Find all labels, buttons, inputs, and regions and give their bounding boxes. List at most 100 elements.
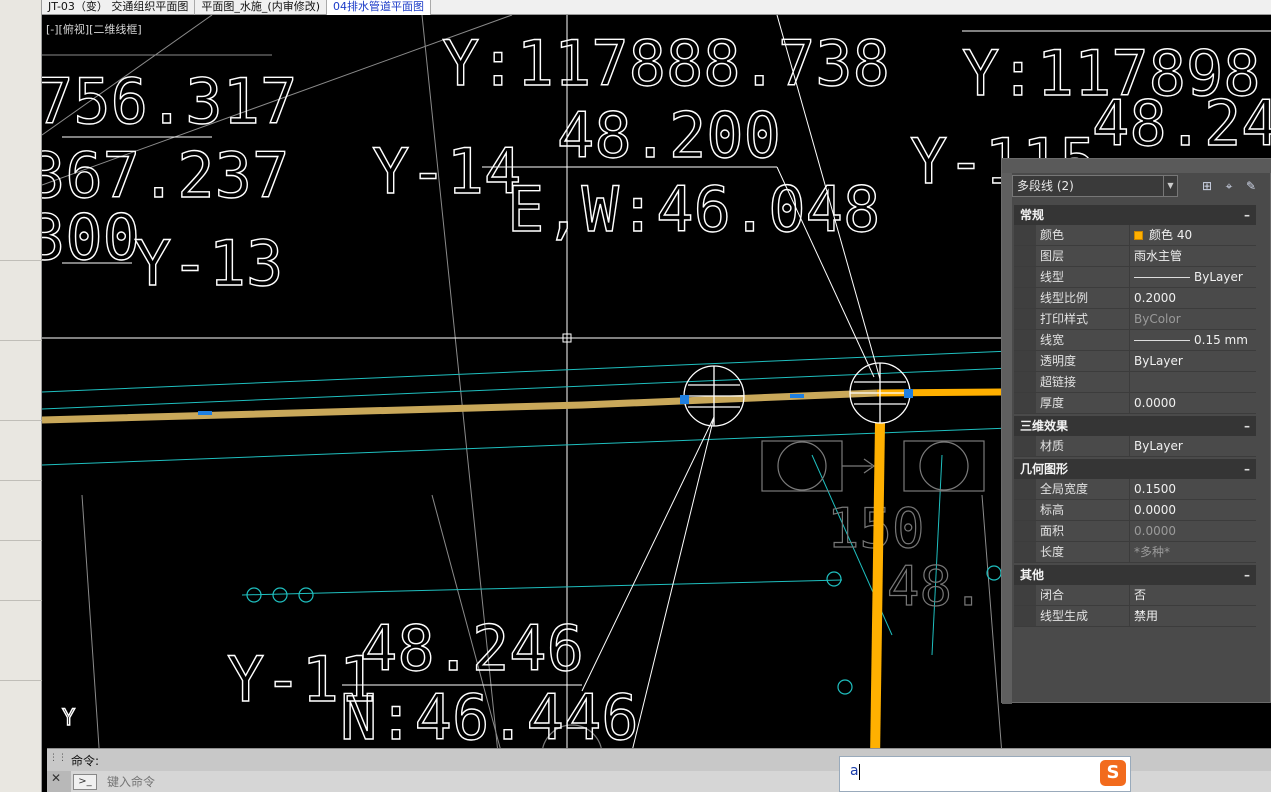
inlet-circle — [919, 441, 969, 491]
collapse-icon[interactable]: – — [1244, 459, 1250, 479]
property-value[interactable]: 0.15 mm — [1130, 330, 1256, 350]
command-prompt-icon[interactable]: >_ — [73, 774, 97, 790]
property-row[interactable]: 线型 ByLayer — [1014, 267, 1256, 288]
row-gutter — [1014, 585, 1036, 605]
panel-divider — [0, 600, 42, 601]
quick-select-icon[interactable]: ✎ — [1242, 177, 1260, 195]
manhole-id-label: Y-13 — [134, 227, 283, 300]
tab-water-plan[interactable]: 平面图_水施_(内审修改) — [195, 0, 328, 15]
linetype-preview-icon — [1134, 276, 1190, 278]
properties-palette: 多段线 (2) ▼ ⊞ ⌖ ✎ 常规 – 颜色 颜色 40 图层 雨水主管 线型 ByLaye… — [1001, 158, 1271, 704]
command-input[interactable] — [107, 773, 807, 791]
property-value[interactable]: 否 — [1130, 585, 1256, 605]
ime-candidates[interactable] — [860, 788, 1100, 792]
panel-divider — [0, 420, 42, 421]
property-row[interactable]: 厚度 0.0000 — [1014, 393, 1256, 414]
sogou-logo-icon[interactable]: S — [1100, 760, 1126, 786]
collapse-icon[interactable]: – — [1244, 416, 1250, 436]
left-dock-panel — [0, 0, 42, 792]
row-gutter — [1014, 542, 1036, 562]
property-row[interactable]: 标高 0.0000 — [1014, 500, 1256, 521]
property-value-text: ByLayer — [1134, 354, 1183, 368]
collapse-icon[interactable]: – — [1244, 205, 1250, 225]
axis-label: Y — [62, 706, 75, 731]
faint-elevation-text: 48. — [887, 555, 985, 618]
property-row[interactable]: 打印样式 ByColor — [1014, 309, 1256, 330]
chevron-down-icon[interactable]: ▼ — [1163, 176, 1177, 196]
property-row[interactable]: 全局宽度 0.1500 — [1014, 479, 1256, 500]
property-row[interactable]: 材质 ByLayer — [1014, 436, 1256, 457]
select-objects-icon[interactable]: ⌖ — [1220, 177, 1238, 195]
selection-row: 多段线 (2) ▼ ⊞ ⌖ ✎ — [1012, 175, 1270, 199]
property-row[interactable]: 长度 *多种* — [1014, 542, 1256, 563]
property-name: 超链接 — [1036, 372, 1130, 392]
property-value[interactable]: ByLayer — [1130, 267, 1256, 287]
tab-traffic-plan[interactable]: JT-03（变） 交通组织平面图 — [42, 0, 196, 15]
row-gutter — [1014, 330, 1036, 350]
property-value[interactable]: ByLayer — [1130, 351, 1256, 371]
property-sections: 常规 – 颜色 颜色 40 图层 雨水主管 线型 ByLayer 线型比例 0.2000 打印样式 B… — [1014, 203, 1256, 627]
property-row[interactable]: 透明度 ByLayer — [1014, 351, 1256, 372]
property-value-text: 雨水主管 — [1134, 249, 1183, 263]
property-name: 标高 — [1036, 500, 1130, 520]
road-edge-line — [241, 579, 843, 596]
property-value[interactable]: 禁用 — [1130, 606, 1256, 626]
drag-grip-icon[interactable]: ⋮⋮ — [49, 753, 67, 767]
property-value[interactable]: 0.2000 — [1130, 288, 1256, 308]
panel-divider — [0, 480, 42, 481]
property-value: *多种* — [1130, 542, 1256, 562]
property-row[interactable]: 图层 雨水主管 — [1014, 246, 1256, 267]
toggle-pickadd-icon[interactable]: ⊞ — [1198, 177, 1216, 195]
property-row[interactable]: 线型生成 禁用 — [1014, 606, 1256, 627]
section-header[interactable]: 三维效果 – — [1014, 416, 1256, 436]
property-value-text: ByColor — [1134, 312, 1181, 326]
collapse-icon[interactable]: – — [1244, 565, 1250, 585]
property-value-text: 0.0000 — [1134, 396, 1176, 410]
property-row[interactable]: 线宽 0.15 mm — [1014, 330, 1256, 351]
palette-title-bar[interactable] — [1002, 159, 1271, 173]
section-header[interactable]: 几何图形 – — [1014, 459, 1256, 479]
property-name: 线型生成 — [1036, 606, 1130, 626]
property-value[interactable]: 0.1500 — [1130, 479, 1256, 499]
property-value[interactable] — [1130, 372, 1256, 392]
property-value[interactable]: 0.0000 — [1130, 393, 1256, 413]
manhole-symbol — [272, 587, 288, 603]
property-value[interactable]: ByLayer — [1130, 436, 1256, 456]
manhole-symbol — [986, 565, 1002, 581]
section-title-label: 常规 — [1020, 208, 1045, 222]
property-row[interactable]: 闭合否 — [1014, 585, 1256, 606]
property-value: 0.0000 — [1130, 521, 1256, 541]
coordinate-label: 756.317 — [42, 65, 297, 138]
inlet-symbol — [903, 440, 985, 492]
tab-drainage-plan[interactable]: 04排水管道平面图 — [327, 0, 432, 15]
viewport-controls[interactable]: [-][俯视][二维线框] — [46, 21, 142, 37]
property-row[interactable]: 颜色 颜色 40 — [1014, 225, 1256, 246]
property-name: 图层 — [1036, 246, 1130, 266]
property-row[interactable]: 线型比例 0.2000 — [1014, 288, 1256, 309]
property-value-text: 颜色 40 — [1149, 228, 1193, 242]
inlet-circle — [777, 441, 827, 491]
property-name: 颜色 — [1036, 225, 1130, 245]
manhole-symbol — [298, 587, 314, 603]
midpoint-grip — [198, 411, 212, 415]
row-gutter — [1014, 225, 1036, 245]
leader-line — [581, 416, 715, 692]
property-value-text: 0.0000 — [1134, 503, 1176, 517]
close-icon[interactable]: ✕ — [51, 771, 61, 785]
palette-sidebar[interactable] — [1002, 173, 1012, 704]
coordinate-label: Y:117888.738 — [442, 27, 890, 100]
property-row[interactable]: 超链接 — [1014, 372, 1256, 393]
rain-main-pipe-dim — [42, 389, 878, 424]
property-name: 厚度 — [1036, 393, 1130, 413]
property-value[interactable]: 0.0000 — [1130, 500, 1256, 520]
section-header[interactable]: 常规 – — [1014, 205, 1256, 225]
property-row[interactable]: 面积 0.0000 — [1014, 521, 1256, 542]
property-value[interactable]: 颜色 40 — [1130, 225, 1256, 245]
section-header[interactable]: 其他 – — [1014, 565, 1256, 585]
property-value[interactable]: 雨水主管 — [1130, 246, 1256, 266]
property-name: 线宽 — [1036, 330, 1130, 350]
panel-divider — [0, 340, 42, 341]
manhole-symbol — [837, 679, 853, 695]
section-title-label: 三维效果 — [1020, 419, 1069, 433]
object-type-select[interactable]: 多段线 (2) ▼ — [1012, 175, 1178, 197]
